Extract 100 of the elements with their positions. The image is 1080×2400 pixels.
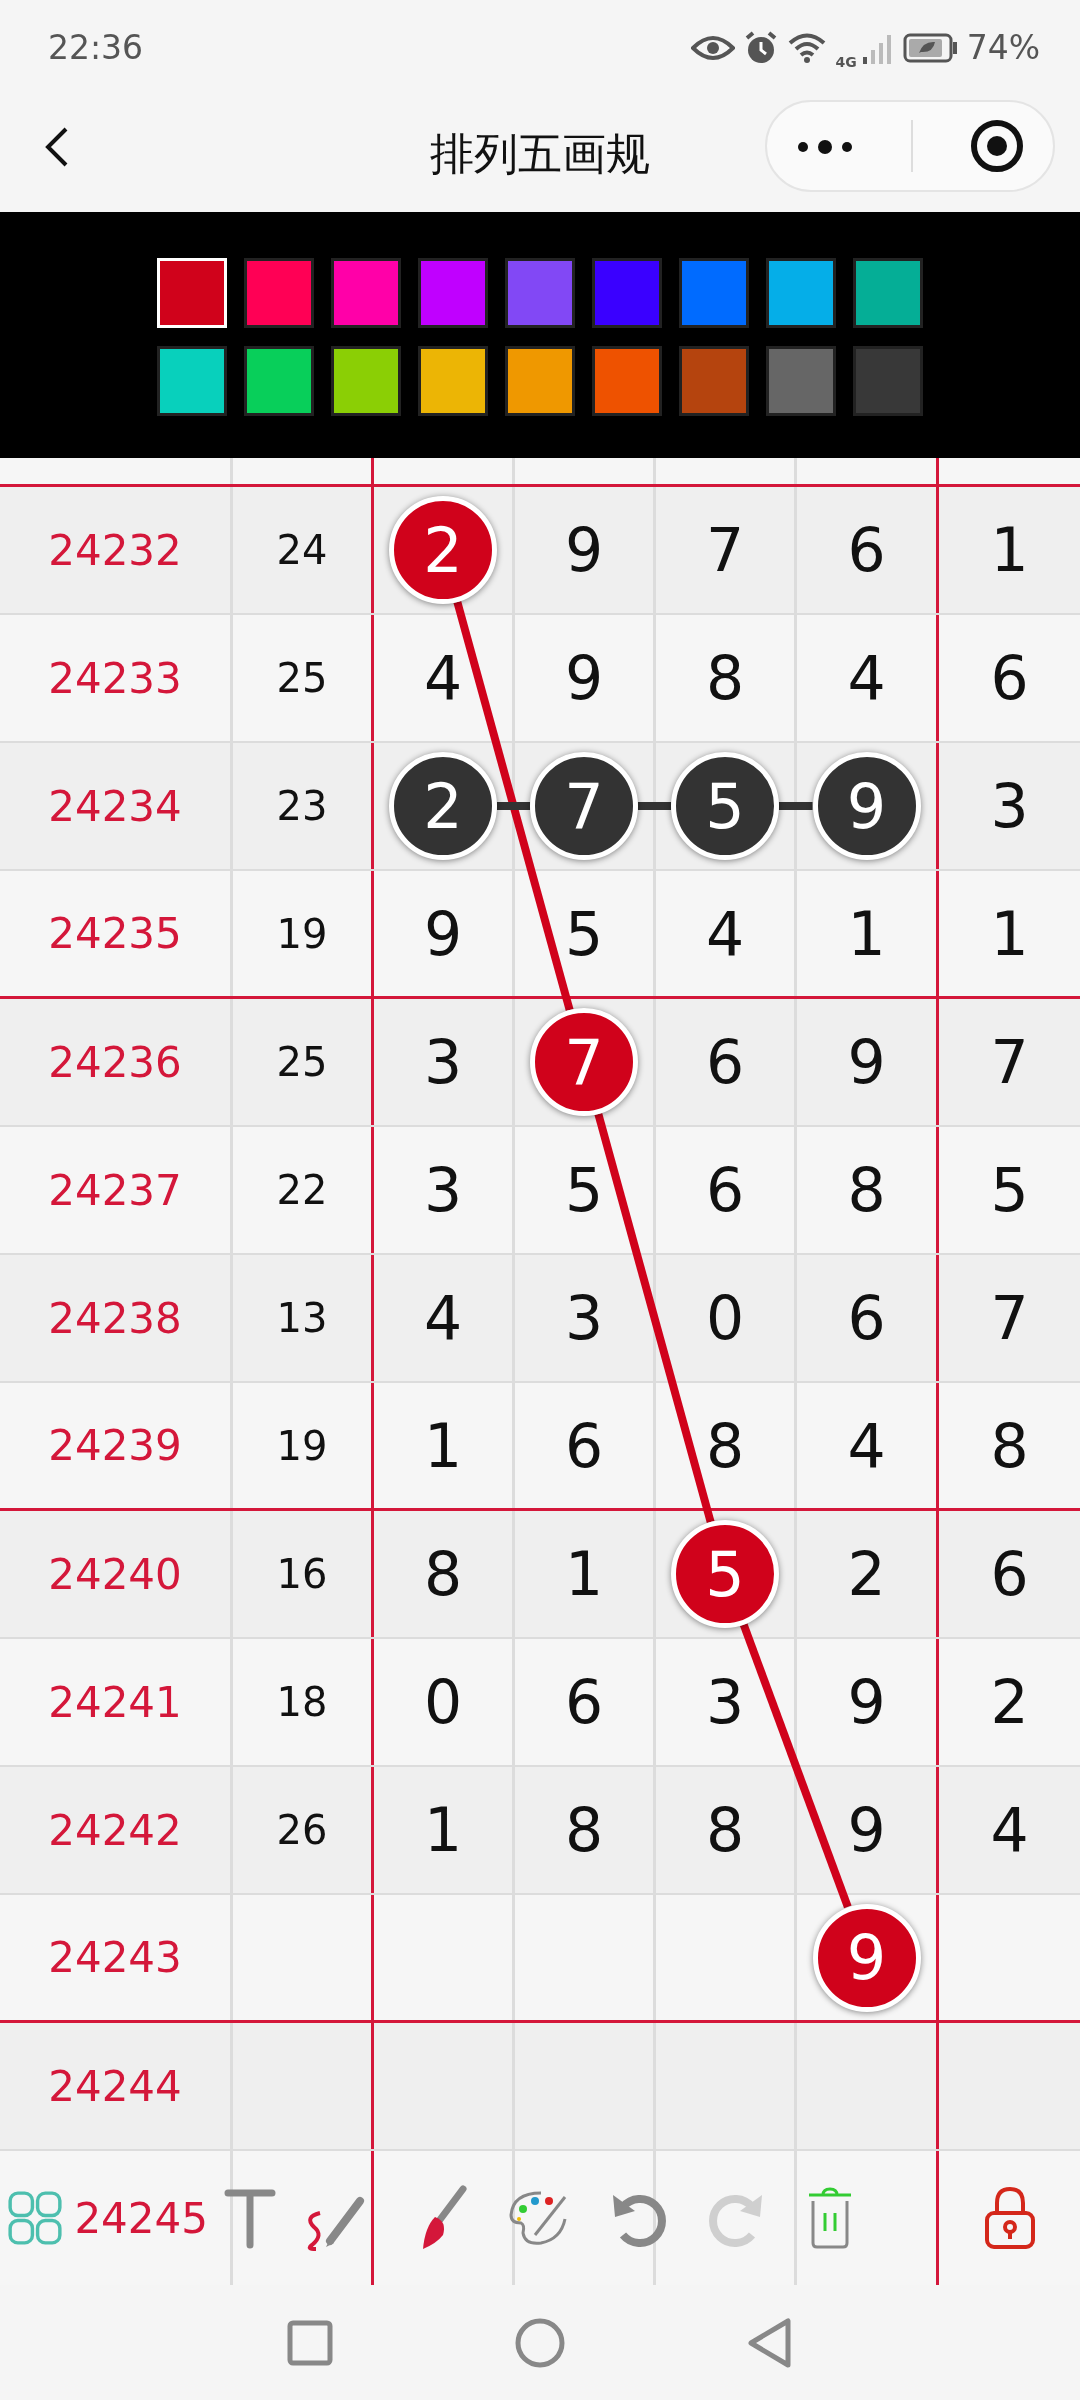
digit: 5 (990, 1154, 1029, 1227)
issue-number: 24232 (48, 524, 182, 577)
network-label: 4G (835, 53, 857, 72)
issue-number: 24234 (48, 780, 182, 833)
issue-number: 24244 (48, 2060, 182, 2113)
color-swatch[interactable] (244, 258, 314, 328)
color-swatch[interactable] (331, 258, 401, 328)
color-swatch[interactable] (157, 346, 227, 416)
issue-number: 24242 (48, 1804, 182, 1857)
battery-percent: 74% (966, 26, 1040, 69)
color-swatch[interactable] (766, 346, 836, 416)
sum-value: 24 (276, 526, 328, 575)
sum-value: 25 (276, 1038, 328, 1087)
color-swatch[interactable] (853, 258, 923, 328)
wifi-icon (787, 30, 828, 65)
sum-value: 23 (276, 782, 328, 831)
issue-number: 24243 (48, 1932, 182, 1984)
home-nav-icon[interactable] (514, 2316, 566, 2369)
sum-value: 18 (276, 1678, 328, 1727)
digit: 8 (705, 1409, 745, 1483)
digit: 1 (847, 897, 886, 971)
digit: 9 (847, 1026, 886, 1099)
digit: 4 (423, 642, 463, 715)
digit: 7 (990, 1026, 1029, 1099)
digit: 6 (847, 514, 886, 587)
number-ball: 5 (671, 1520, 779, 1628)
digit: 5 (564, 897, 604, 971)
number-ball: 2 (389, 496, 497, 604)
square-nav-icon[interactable] (286, 2318, 334, 2367)
digit: 8 (705, 1794, 745, 1867)
sum-value: 19 (276, 1421, 328, 1471)
close-button[interactable] (969, 118, 1025, 174)
sum-value: 25 (276, 654, 328, 703)
color-swatch[interactable] (505, 258, 575, 328)
connector-line (638, 802, 671, 810)
digit: 7 (705, 514, 745, 587)
back-nav-icon[interactable] (746, 2316, 794, 2369)
digit: 9 (847, 1794, 886, 1867)
status-time: 22:36 (48, 26, 144, 69)
issue-number: 24240 (48, 1548, 182, 1601)
number-ball: 9 (812, 752, 921, 860)
digit: 1 (423, 1794, 463, 1867)
color-swatch[interactable] (418, 258, 488, 328)
sum-value: 19 (276, 909, 328, 959)
number-ball: 7 (530, 1008, 638, 1116)
digit: 1 (423, 1409, 463, 1483)
digit: 6 (705, 1154, 745, 1227)
digit: 3 (423, 1154, 463, 1227)
digit: 8 (564, 1794, 604, 1867)
digit: 9 (423, 897, 463, 971)
color-swatch[interactable] (505, 346, 575, 416)
digit: 8 (705, 642, 745, 715)
digit: 3 (705, 1666, 745, 1739)
color-swatch[interactable] (418, 346, 488, 416)
issue-number: 24233 (48, 652, 182, 705)
digit: 6 (990, 1538, 1029, 1611)
digit: 8 (423, 1538, 463, 1611)
digit: 4 (990, 1794, 1029, 1867)
digit: 9 (564, 514, 604, 587)
color-swatch[interactable] (853, 346, 923, 416)
digit: 1 (990, 897, 1029, 971)
issue-number: 24237 (48, 1164, 182, 1217)
sum-value: 16 (276, 1550, 328, 1599)
digit: 5 (564, 1154, 604, 1227)
digit: 3 (564, 1282, 604, 1355)
digit: 6 (847, 1282, 886, 1355)
digit: 4 (847, 642, 886, 715)
color-swatch[interactable] (331, 346, 401, 416)
sum-value: 22 (276, 1166, 328, 1215)
digit: 0 (423, 1666, 463, 1739)
digit: 6 (564, 1666, 604, 1739)
issue-number: 24238 (48, 1292, 182, 1345)
color-swatch[interactable] (592, 346, 662, 416)
number-ball: 9 (812, 1903, 921, 2012)
color-swatch[interactable] (679, 346, 749, 416)
digit: 9 (564, 642, 604, 715)
page-title: 排列五画规 (430, 126, 650, 181)
digit: 7 (990, 1282, 1029, 1355)
digit: 4 (705, 897, 745, 971)
color-swatch[interactable] (679, 258, 749, 328)
digit: 3 (423, 1026, 463, 1099)
issue-number: 24236 (48, 1036, 182, 1089)
issue-number: 24245 (74, 2192, 208, 2245)
number-ball: 7 (530, 752, 638, 860)
color-swatch[interactable] (244, 346, 314, 416)
digit: 4 (847, 1409, 886, 1483)
grid-icon (5, 2188, 65, 2248)
digit: 1 (990, 514, 1029, 587)
sum-value: 13 (276, 1294, 328, 1343)
digit: 0 (705, 1282, 745, 1355)
battery-icon (902, 31, 959, 64)
digit: 6 (705, 1026, 745, 1099)
digit: 6 (564, 1409, 604, 1483)
digit: 9 (847, 1666, 886, 1739)
connector-line (779, 802, 813, 810)
color-swatch[interactable] (766, 258, 836, 328)
color-swatch[interactable] (592, 258, 662, 328)
issue-number: 24241 (48, 1676, 182, 1729)
digit: 2 (990, 1666, 1029, 1739)
digit: 4 (423, 1282, 463, 1355)
